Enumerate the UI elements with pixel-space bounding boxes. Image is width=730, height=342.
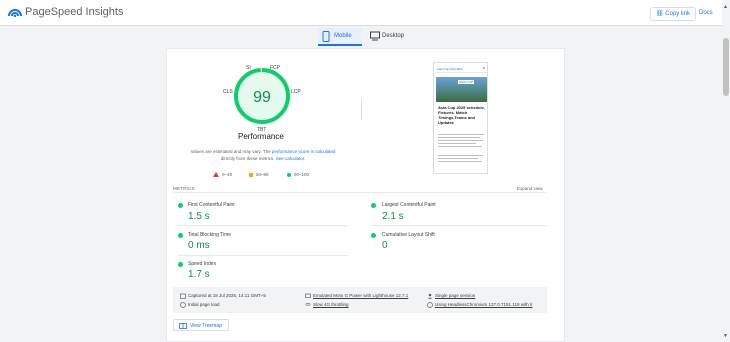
metric-divider <box>178 255 348 256</box>
metric-name-si: Speed Index <box>188 261 217 267</box>
screenshot-headline: Asia Cup 2025 schedule, Fixtures, Match … <box>438 105 485 125</box>
gauge-label-si: SI <box>246 65 251 71</box>
wifi-icon <box>305 302 311 306</box>
screenshot-text-line <box>438 158 478 159</box>
network-throttling[interactable]: Slow 4G throttling <box>305 302 349 307</box>
metric-divider <box>371 225 547 226</box>
screenshot-text-line <box>438 140 483 141</box>
legend-pass-label: 90–100 <box>294 172 310 177</box>
metric-status-icon <box>178 262 183 267</box>
legend-fail-label: 0–49 <box>222 172 233 177</box>
metric-value-tbt: 0 ms <box>188 240 210 251</box>
triangle-icon <box>213 172 219 178</box>
metric-name-tbt: Total Blocking Time <box>188 232 232 238</box>
gauge-label-cls: CLS <box>223 89 233 95</box>
expand-view-link[interactable]: Expand view <box>517 186 543 191</box>
screenshot-text-line <box>438 134 484 135</box>
metric-value-cls: 0 <box>382 240 388 251</box>
metrics-header: METRICS <box>173 186 195 191</box>
see-calculator-link[interactable]: See calculator. <box>276 156 306 161</box>
performance-score: 99 <box>253 89 271 106</box>
browser-version[interactable]: Using HeadlessChromium 137.0.7151.119 wi… <box>427 302 533 308</box>
metric-status-icon <box>371 203 376 208</box>
initial-page-load: Initial page load <box>180 302 220 308</box>
emulated-device-label: Emulated Moto G Power with Lighthouse 12… <box>313 293 409 298</box>
top-bar: PageSpeed Insights ⛓ Copy link Docs <box>0 0 730 26</box>
calendar-icon <box>180 293 186 299</box>
docs-link[interactable]: Docs <box>699 10 713 16</box>
copy-link-label: Copy link <box>665 11 690 17</box>
metric-name-lcp: Largest Contentful Paint <box>382 202 436 208</box>
square-icon <box>249 172 253 177</box>
tab-mobile-label: Mobile <box>334 33 352 39</box>
section-divider <box>361 98 362 120</box>
metric-value-si: 1.7 s <box>188 269 210 280</box>
legend-average: 50–89 <box>249 172 269 177</box>
metrics-divider <box>173 192 547 193</box>
single-page-session[interactable]: Single page session <box>427 293 476 299</box>
metric-value-lcp: 2.1 s <box>382 211 404 222</box>
screenshot-header: Asia Cup Schedule ✕ <box>436 65 487 73</box>
metric-value-fcp: 1.5 s <box>188 211 210 222</box>
screenshot-image-tag: ASIA CUP <box>458 80 474 84</box>
screenshot-text-line <box>438 146 482 147</box>
phone-icon <box>322 31 330 42</box>
circle-icon <box>287 172 291 177</box>
note-mid: directly from these metrics. <box>220 156 275 161</box>
screenshot-text-line <box>438 155 483 156</box>
metric-status-icon <box>178 233 183 238</box>
monitor-icon <box>370 31 380 41</box>
metric-name-cls: Cumulative Layout Shift <box>382 232 435 238</box>
link-icon: ⛓ <box>656 11 666 17</box>
throttling-label: Slow 4G throttling <box>313 302 349 307</box>
performance-title: Performance <box>238 132 284 141</box>
copy-link-button[interactable]: ⛓ Copy link <box>650 7 696 21</box>
legend-fail: 0–49 <box>213 172 233 178</box>
app-title: PageSpeed Insights <box>25 6 124 18</box>
emulated-device[interactable]: Emulated Moto G Power with Lighthouse 12… <box>305 293 409 298</box>
metric-divider <box>178 225 348 226</box>
screenshot-text-line <box>438 143 476 144</box>
view-treemap-label: View Treemap <box>190 323 222 329</box>
scroll-down-arrow-icon[interactable]: ▼ <box>723 333 728 339</box>
captured-at-label: Captured at 18 Jul 2025, 14:11 GMT+5 <box>188 293 266 298</box>
page-screenshot: Asia Cup Schedule ✕ ASIA CUP Asia Cup 20… <box>433 62 488 174</box>
tab-desktop-label: Desktop <box>382 33 405 39</box>
run-info-box: Captured at 18 Jul 2025, 14:11 GMT+5 Ini… <box>173 287 547 313</box>
legend-average-label: 50–89 <box>256 172 269 177</box>
scrollbar-thumb[interactable] <box>723 38 729 96</box>
user-icon <box>427 293 433 299</box>
device-icon <box>305 293 311 298</box>
browser-label: Using HeadlessChromium 137.0.7151.119 wi… <box>435 302 533 307</box>
scroll-up-arrow-icon[interactable]: ▲ <box>723 4 728 10</box>
session-label: Single page session <box>435 293 476 298</box>
metric-name-fcp: First Contentful Paint <box>188 202 235 208</box>
performance-gauge: 99 <box>234 68 290 124</box>
gauge-label-fcp: FCP <box>270 65 280 71</box>
timer-icon <box>180 302 186 308</box>
pagespeed-logo-icon <box>8 9 22 18</box>
note-prefix: Values are estimated and may vary. The <box>190 149 271 154</box>
score-calculated-link[interactable]: performance score is calculated <box>272 149 336 154</box>
metric-status-icon <box>371 233 376 238</box>
view-treemap-button[interactable]: View Treemap <box>173 319 229 331</box>
captured-at: Captured at 18 Jul 2025, 14:11 GMT+5 <box>180 293 266 299</box>
screenshot-site-name: Asia Cup Schedule <box>437 67 463 71</box>
gauge-label-lcp: LCP <box>291 89 301 95</box>
tab-mobile[interactable]: Mobile <box>318 28 362 46</box>
screenshot-text-line <box>438 137 480 138</box>
legend-pass: 90–100 <box>287 172 309 177</box>
performance-note: Values are estimated and may vary. The p… <box>176 148 350 162</box>
treemap-icon <box>179 323 187 329</box>
tab-desktop[interactable]: Desktop <box>366 28 410 46</box>
initial-load-label: Initial page load <box>188 302 220 307</box>
metric-status-icon <box>178 203 183 208</box>
screenshot-close-icon: ✕ <box>482 66 485 70</box>
screenshot-text-line <box>438 161 482 162</box>
globe-icon <box>427 302 433 308</box>
